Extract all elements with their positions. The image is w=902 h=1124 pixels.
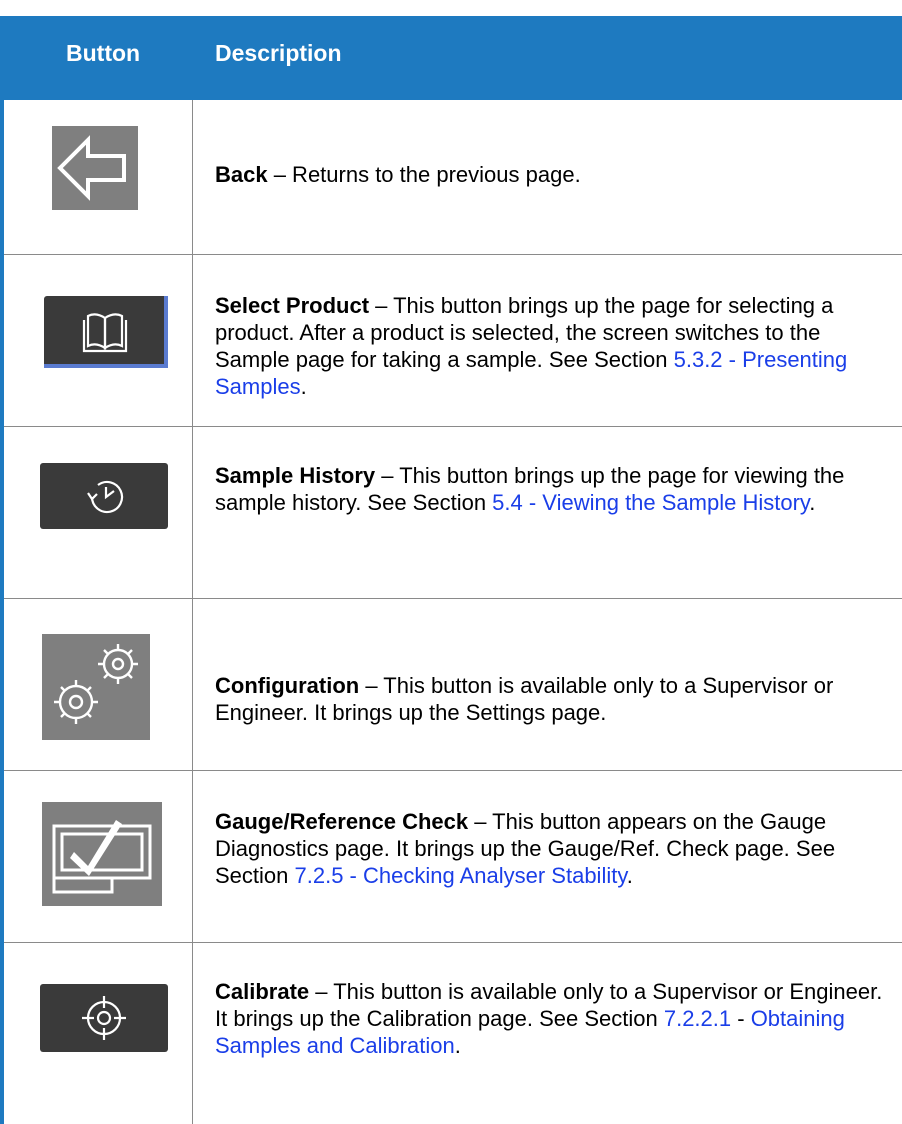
row-separator bbox=[4, 254, 902, 255]
link-separator: - bbox=[731, 1006, 751, 1031]
button-name: Calibrate bbox=[215, 979, 310, 1004]
description-end: . bbox=[300, 374, 307, 399]
description-end: . bbox=[809, 490, 816, 515]
crosshair-target-icon bbox=[40, 984, 168, 1052]
section-link[interactable]: 7.2.5 - Checking Analyser Stability bbox=[295, 863, 627, 888]
open-book-icon bbox=[44, 296, 168, 368]
description-text: – Returns to the previous page. bbox=[267, 162, 581, 187]
row-separator bbox=[4, 942, 902, 943]
header-button-column: Button bbox=[66, 40, 141, 66]
table-header: Button Description bbox=[0, 16, 902, 100]
gears-icon bbox=[42, 634, 150, 740]
button-name: Gauge/Reference Check bbox=[215, 809, 469, 834]
row-separator bbox=[4, 598, 902, 599]
row-separator bbox=[4, 426, 902, 427]
button-name: Sample History bbox=[215, 463, 376, 488]
section-link[interactable]: 5.4 - Viewing the Sample History bbox=[492, 490, 809, 515]
gauge-check-icon bbox=[42, 802, 162, 906]
header-description-column: Description bbox=[215, 40, 342, 66]
column-divider-tail bbox=[192, 990, 193, 1124]
section-link-number[interactable]: 7.2.2.1 bbox=[664, 1006, 731, 1031]
row-back-description: Back – Returns to the previous page. bbox=[215, 161, 895, 188]
row-configuration-description: Configuration – This button is available… bbox=[215, 672, 895, 726]
row-separator bbox=[4, 770, 902, 771]
button-name: Select Product bbox=[215, 293, 370, 318]
description-end: . bbox=[626, 863, 633, 888]
description-end: . bbox=[454, 1033, 461, 1058]
back-arrow-icon bbox=[52, 126, 138, 210]
column-divider bbox=[192, 100, 193, 990]
row-calibrate-description: Calibrate – This button is available onl… bbox=[215, 978, 895, 1059]
history-clock-icon bbox=[40, 463, 168, 529]
button-name: Back bbox=[215, 162, 268, 187]
button-name: Configuration bbox=[215, 673, 360, 698]
row-select-product-description: Select Product – This button brings up t… bbox=[215, 292, 895, 400]
row-gauge-check-description: Gauge/Reference Check – This button appe… bbox=[215, 808, 895, 889]
row-sample-history-description: Sample History – This button brings up t… bbox=[215, 462, 895, 516]
